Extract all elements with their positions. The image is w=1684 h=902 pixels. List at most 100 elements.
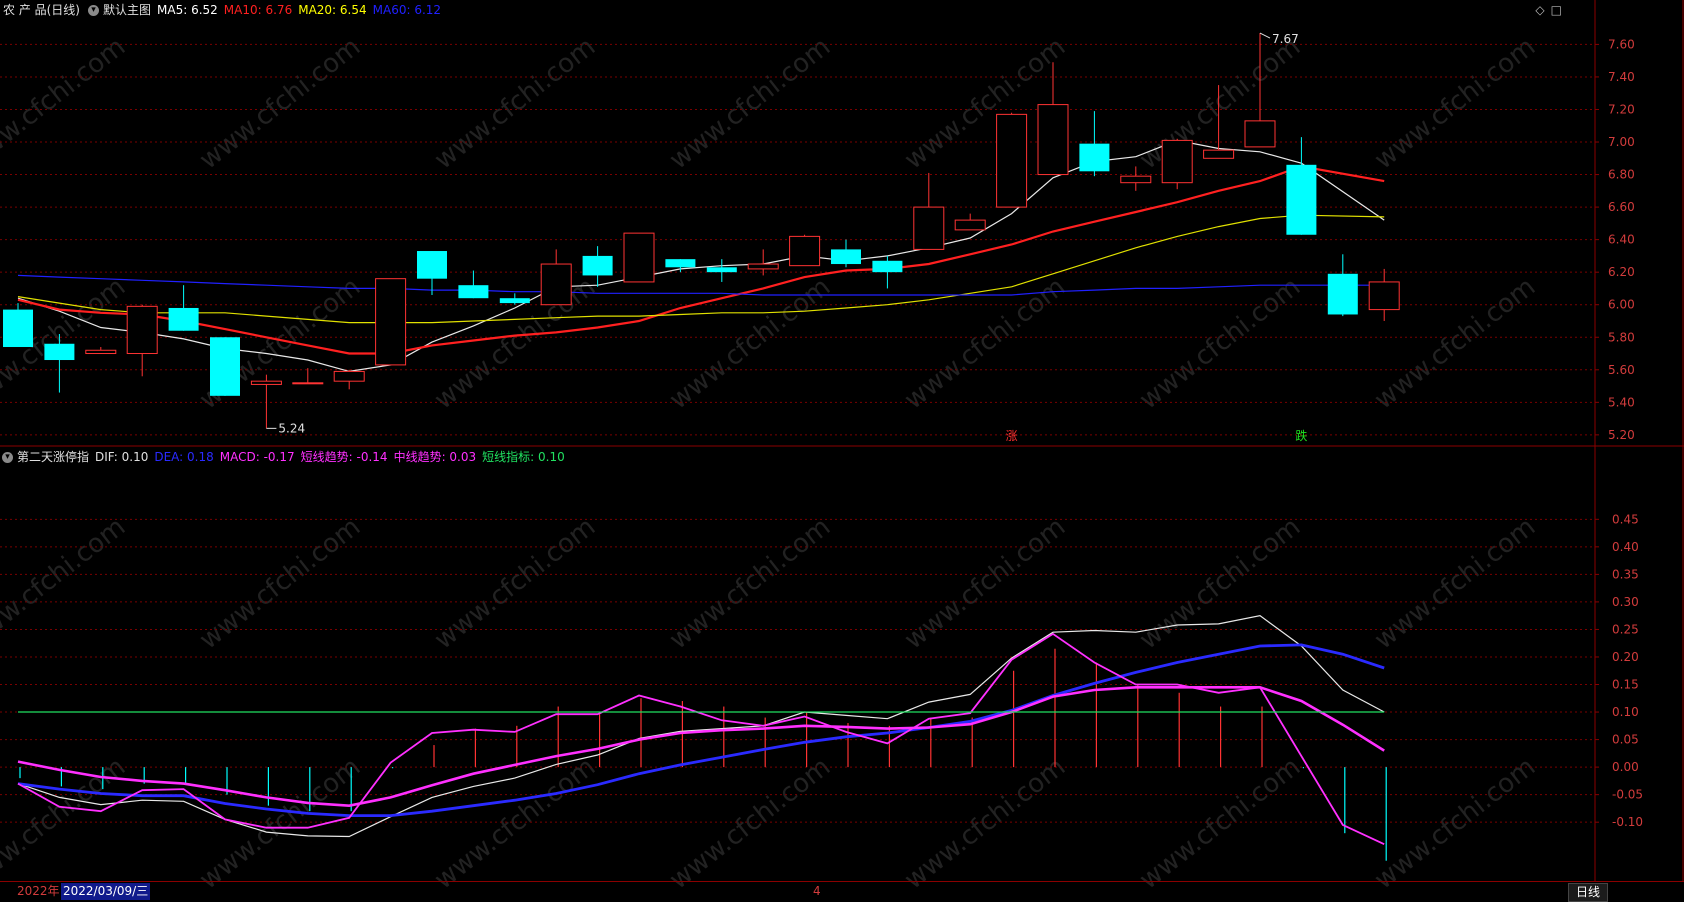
watermark-text: www.cfchi.com: [664, 32, 836, 176]
candle: [3, 303, 33, 348]
candle: [665, 259, 696, 273]
y-tick-label: 0.30: [1612, 595, 1639, 609]
y-tick-label: 0.15: [1612, 678, 1639, 692]
candle-body: [706, 267, 737, 273]
candle-body: [996, 113, 1028, 208]
candle-body: [1079, 143, 1110, 172]
candle-body: [44, 343, 75, 361]
candle-body: [1120, 175, 1152, 184]
sub-panel-header: ▾ 第二天涨停指 DIF: 0.10 DEA: 0.18 MACD: -0.17 短线趋势…: [0, 447, 577, 467]
candle: [417, 251, 447, 295]
indicator-value-label: 短线趋势: -0.14: [300, 450, 388, 464]
candle: [126, 304, 158, 377]
watermark-text: www.cfchi.com: [664, 752, 836, 896]
candle-body: [1286, 164, 1317, 235]
y-tick-label: 0.05: [1612, 733, 1639, 747]
candle-body: [872, 260, 903, 273]
candle-body: [747, 263, 779, 270]
y-tick-label: -0.05: [1612, 788, 1643, 802]
candle-body: [210, 337, 240, 396]
indicator-value-label: MACD: -0.17: [219, 450, 295, 464]
candle-body: [540, 263, 572, 306]
candle-body: [789, 235, 821, 267]
y-tick-label: 0.40: [1612, 540, 1639, 554]
candle-body: [458, 285, 489, 299]
candle-body: [168, 307, 199, 331]
candle: [913, 172, 945, 250]
candle-body: [831, 249, 861, 265]
y-tick-label: 0.20: [1612, 650, 1639, 664]
candle: [1079, 111, 1110, 177]
y-tick-label: 7.00: [1608, 135, 1635, 149]
annotation-label: 5.24: [278, 421, 305, 435]
candle: [789, 234, 821, 267]
time-axis-bar: 2022年 2022/03/09/三 4 日线: [0, 881, 1684, 902]
diamond-icon[interactable]: ◇: [1535, 3, 1550, 17]
watermark-text: www.cfchi.com: [194, 512, 366, 656]
candle-body: [1161, 139, 1193, 184]
indicator-title[interactable]: 第二天涨停指: [17, 450, 89, 464]
candle: [250, 374, 282, 429]
candle: [954, 213, 986, 231]
candle-body: [1244, 120, 1276, 148]
ma-line-ma10: [17, 165, 1385, 355]
ma-value-label: MA5: 6.52: [157, 3, 218, 17]
period-button[interactable]: 日线: [1567, 883, 1608, 902]
main-indicator-values: MA5: 6.52 MA10: 6.76 MA20: 6.54 MA60: 6.12: [157, 3, 447, 17]
watermark-text: www.cfchi.com: [899, 272, 1071, 416]
annotation-arrow: [1259, 32, 1271, 39]
square-icon[interactable]: □: [1551, 3, 1568, 17]
y-tick-label: 7.20: [1608, 102, 1635, 116]
candle-body: [333, 370, 365, 382]
y-tick-label: 5.80: [1608, 330, 1635, 344]
candle: [831, 239, 861, 268]
y-tick-label: 5.40: [1608, 395, 1635, 409]
candle-body: [582, 255, 613, 276]
signal-label: 涨: [1006, 428, 1018, 443]
y-tick-label: 0.00: [1612, 760, 1639, 774]
candle: [706, 259, 737, 282]
candle-body: [623, 232, 655, 283]
candle-body: [1037, 104, 1069, 176]
candle-body: [499, 298, 530, 304]
candle-body: [1327, 273, 1358, 315]
candle-body: [665, 259, 696, 268]
watermark-text: www.cfchi.com: [1134, 752, 1306, 896]
candle: [85, 347, 117, 355]
ma-value-label: MA10: 6.76: [223, 3, 293, 17]
extreme-annotation: 5.24: [266, 421, 305, 435]
y-tick-label: -0.10: [1612, 815, 1643, 829]
candle-body: [375, 278, 407, 366]
watermark-text: www.cfchi.com: [899, 752, 1071, 896]
y-tick-label: 6.80: [1608, 168, 1635, 182]
candle: [623, 232, 655, 283]
y-tick-label: 0.10: [1612, 705, 1639, 719]
sub-indicator-values: DIF: 0.10 DEA: 0.18 MACD: -0.17 短线趋势: -0.14…: [95, 450, 571, 464]
watermark-text: www.cfchi.com: [429, 32, 601, 176]
month-marker: 4: [813, 884, 821, 898]
dropdown-icon[interactable]: ▾: [88, 5, 99, 16]
indicator-value-label: DIF: 0.10: [95, 450, 149, 464]
watermark-text: www.cfchi.com: [664, 512, 836, 656]
candle: [210, 337, 240, 396]
candle-body: [126, 305, 158, 355]
candle: [1286, 137, 1317, 235]
candle: [333, 369, 365, 390]
template-name[interactable]: 默认主图: [103, 3, 151, 17]
candle: [1120, 166, 1152, 191]
y-tick-label: 6.00: [1608, 298, 1635, 312]
watermark-text: www.cfchi.com: [429, 752, 601, 896]
watermark-text: www.cfchi.com: [1369, 512, 1541, 656]
dropdown-icon[interactable]: ▾: [2, 452, 13, 463]
candle: [1161, 138, 1193, 190]
watermark-text: www.cfchi.com: [1369, 752, 1541, 896]
candle: [458, 270, 489, 299]
watermark-text: www.cfchi.com: [194, 32, 366, 176]
annotation-label: 7.67: [1272, 32, 1299, 46]
window-controls: ◇□: [1535, 3, 1568, 17]
ma-value-label: MA60: 6.12: [372, 3, 442, 17]
ma-line-ma20: [17, 214, 1385, 324]
y-tick-label: 5.20: [1608, 428, 1635, 442]
y-tick-label: 6.20: [1608, 265, 1635, 279]
stock-title: 农 产 品(日线): [3, 3, 80, 17]
